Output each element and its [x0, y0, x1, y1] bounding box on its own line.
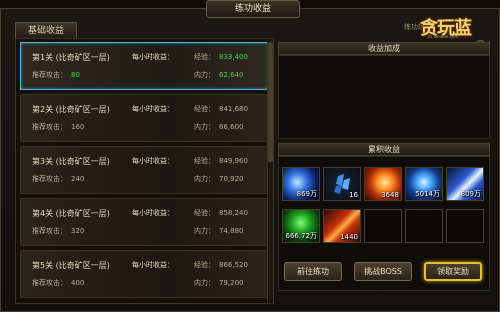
item-count: 1440: [340, 233, 358, 241]
hourly-label: 每小时收益：: [132, 261, 174, 269]
challenge-boss-button[interactable]: 挑战BOSS: [354, 262, 412, 281]
stage-row-1[interactable]: 第1关 (比奇矿区一层) 每小时收益： 经验： 833,400 推荐攻击： 80 内…: [20, 42, 269, 90]
item-slot-4[interactable]: 5014万: [405, 167, 443, 201]
neili-value: 内力： 62,640: [194, 71, 244, 79]
neili-value: 内力： 70,920: [194, 175, 244, 183]
hourly-label: 每小时收益：: [132, 53, 174, 61]
recommended-attack: 推荐攻击： 160: [32, 123, 85, 131]
recommended-attack: 推荐攻击： 320: [32, 227, 85, 235]
neili-value: 内力： 79,200: [194, 279, 244, 287]
exp-value: 经验： 849,960: [194, 157, 248, 165]
bonus-panel: [278, 55, 490, 139]
scrollbar-thumb[interactable]: [268, 42, 273, 162]
stage-row-3[interactable]: 第3关 (比奇矿区一层) 每小时收益： 经验： 849,960 推荐攻击： 240 …: [20, 146, 269, 194]
accumulated-header: 累积收益: [278, 143, 490, 156]
item-slot-empty: [405, 209, 443, 243]
recommended-attack: 推荐攻击： 240: [32, 175, 85, 183]
stage-row-4[interactable]: 第4关 (比奇矿区一层) 每小时收益： 经验： 858,240 推荐攻击： 320 …: [20, 198, 269, 246]
game-logo: 练功场 贪玩蓝月 m.Tanwan.com: [404, 12, 486, 65]
tab-basic-income[interactable]: 基础收益: [15, 22, 77, 39]
go-train-button[interactable]: 前往练功: [284, 262, 342, 281]
item-count: 666.72万: [285, 232, 318, 240]
neili-value: 内力： 74,880: [194, 227, 244, 235]
item-count: 809万: [460, 190, 481, 198]
exp-value: 经验： 858,240: [194, 209, 248, 217]
hourly-label: 每小时收益：: [132, 209, 174, 217]
item-slot-7[interactable]: 1440: [323, 209, 361, 243]
stage-row-5[interactable]: 第5关 (比奇矿区一层) 每小时收益： 经验： 866,520 推荐攻击： 400 …: [20, 250, 269, 298]
item-slot-empty: [364, 209, 402, 243]
item-count: 5014万: [415, 190, 440, 198]
exp-value: 经验： 866,520: [194, 261, 248, 269]
item-count: 3648: [381, 191, 399, 199]
exp-value: 经验： 833,400: [194, 53, 248, 61]
hourly-label: 每小时收益：: [132, 105, 174, 113]
exp-value: 经验： 841,680: [194, 105, 248, 113]
stage-name: 第5关 (比奇矿区一层): [32, 261, 110, 270]
item-count: 16: [349, 191, 358, 199]
stage-row-2[interactable]: 第2关 (比奇矿区一层) 每小时收益： 经验： 841,680 推荐攻击： 160 …: [20, 94, 269, 142]
scrollbar[interactable]: [267, 40, 273, 302]
item-slot-empty: [446, 209, 484, 243]
bonus-header: 收益加成: [278, 42, 490, 55]
item-slot-6[interactable]: 666.72万: [282, 209, 320, 243]
claim-reward-button[interactable]: 领取奖励: [424, 262, 482, 281]
item-count: 869万: [296, 190, 317, 198]
item-slot-2[interactable]: 16: [323, 167, 361, 201]
neili-value: 内力： 66,600: [194, 123, 244, 131]
recommended-attack: 推荐攻击： 400: [32, 279, 85, 287]
logo-site-text: m.Tanwan.com: [428, 34, 459, 39]
hourly-label: 每小时收益：: [132, 157, 174, 165]
stage-list: 第1关 (比奇矿区一层) 每小时收益： 经验： 833,400 推荐攻击： 80 内…: [15, 38, 274, 304]
item-slot-1[interactable]: 869万: [282, 167, 320, 201]
stage-name: 第2关 (比奇矿区一层): [32, 105, 110, 114]
stage-name: 第3关 (比奇矿区一层): [32, 157, 110, 166]
stage-name: 第1关 (比奇矿区一层): [32, 53, 110, 62]
recommended-attack: 推荐攻击： 80: [32, 71, 80, 79]
stage-name: 第4关 (比奇矿区一层): [32, 209, 110, 218]
item-slot-5[interactable]: 809万: [446, 167, 484, 201]
window-title: 练功收益: [206, 0, 300, 18]
item-slot-3[interactable]: 3648: [364, 167, 402, 201]
